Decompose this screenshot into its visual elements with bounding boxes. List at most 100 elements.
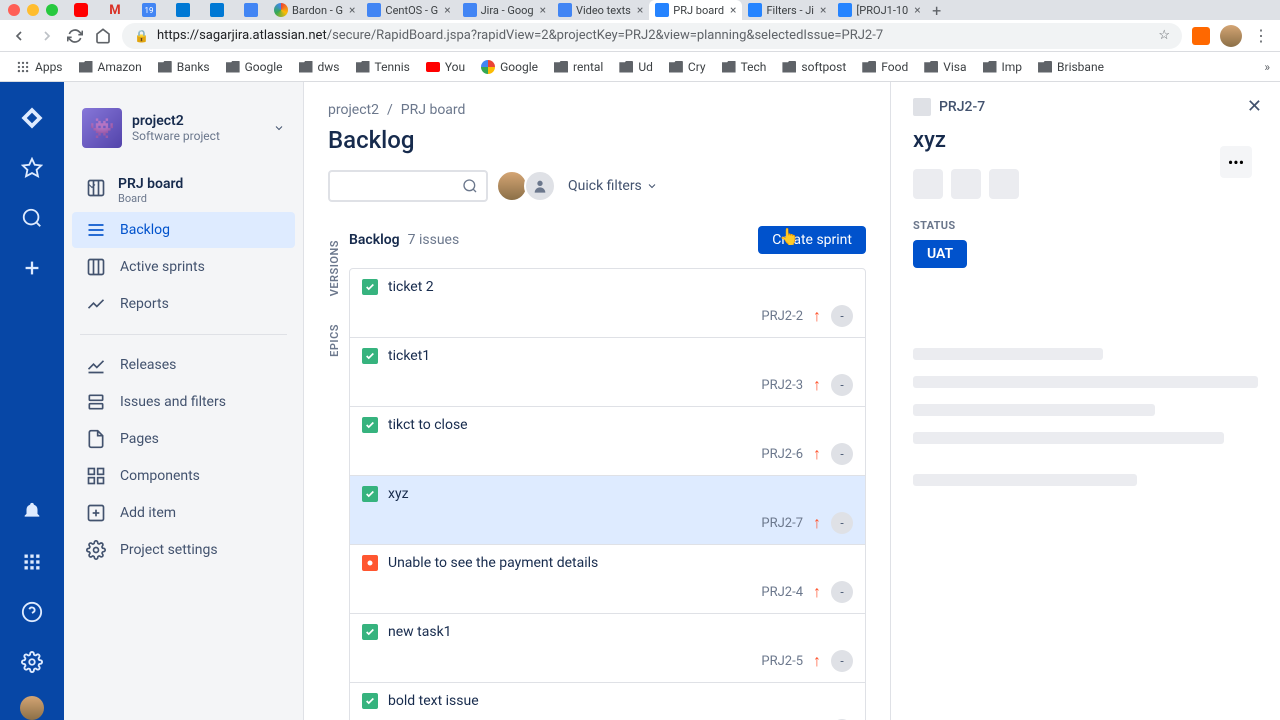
browser-tab[interactable]: Jira - Goog× xyxy=(457,0,552,20)
chevron-down-icon[interactable] xyxy=(86,180,98,192)
settings-gear-icon[interactable] xyxy=(16,646,48,678)
assignee-pill[interactable]: - xyxy=(831,305,853,327)
assignee-pill[interactable]: - xyxy=(831,512,853,534)
action-placeholder[interactable] xyxy=(913,169,943,199)
extension-icon[interactable] xyxy=(1192,27,1210,45)
address-bar[interactable]: 🔒 https://sagarjira.atlassian.net/secure… xyxy=(122,23,1182,49)
project-header[interactable]: 👾 project2 Software project xyxy=(72,102,295,154)
close-window-button[interactable] xyxy=(8,4,20,16)
star-icon[interactable] xyxy=(16,152,48,184)
bookmark-folder[interactable]: Cry xyxy=(663,57,712,77)
browser-tab[interactable]: [PROJ1-10× xyxy=(832,0,926,20)
bookmark-link[interactable]: You xyxy=(420,57,471,77)
app-switcher-icon[interactable] xyxy=(16,546,48,578)
search-icon[interactable] xyxy=(16,202,48,234)
pinned-tab[interactable] xyxy=(234,0,268,20)
assignee-pill[interactable]: - xyxy=(831,650,853,672)
create-icon[interactable] xyxy=(16,252,48,284)
bookmark-folder[interactable]: Food xyxy=(856,57,914,77)
issue-row[interactable]: new task1PRJ2-5↑- xyxy=(350,614,865,683)
sidebar-item-reports[interactable]: Reports xyxy=(72,286,295,322)
epics-tab[interactable]: EPICS xyxy=(328,324,341,357)
issue-row[interactable]: xyzPRJ2-7↑- xyxy=(350,476,865,545)
close-tab-icon[interactable]: × xyxy=(820,3,826,17)
browser-tab[interactable]: Bardon - G× xyxy=(268,0,361,20)
notification-icon[interactable] xyxy=(16,496,48,528)
browser-tab[interactable]: Video texts× xyxy=(552,0,649,20)
bookmark-folder[interactable]: Google xyxy=(220,57,289,77)
pinned-tab[interactable]: M xyxy=(98,0,132,20)
bookmark-folder[interactable]: Visa xyxy=(918,57,972,77)
browser-menu-button[interactable]: ⋮ xyxy=(1252,27,1270,45)
detail-issue-title[interactable]: xyz xyxy=(913,128,1258,153)
issue-type-icon[interactable] xyxy=(913,98,931,116)
profile-avatar[interactable] xyxy=(20,696,44,720)
versions-tab[interactable]: VERSIONS xyxy=(328,240,341,296)
bookmark-folder[interactable]: Banks xyxy=(152,57,216,77)
forward-button[interactable] xyxy=(38,27,56,45)
bookmark-folder[interactable]: Tech xyxy=(716,57,773,77)
pinned-tab[interactable] xyxy=(64,0,98,20)
minimize-window-button[interactable] xyxy=(27,4,39,16)
new-tab-button[interactable]: + xyxy=(927,1,947,20)
close-tab-icon[interactable]: × xyxy=(540,3,546,17)
issue-row[interactable]: tikct to closePRJ2-6↑- xyxy=(350,407,865,476)
sidebar-item-add-item[interactable]: Add item xyxy=(72,495,295,531)
assignee-pill[interactable]: - xyxy=(831,581,853,603)
maximize-window-button[interactable] xyxy=(46,4,58,16)
bookmark-folder[interactable]: softpost xyxy=(776,57,852,77)
sidebar-item-active-sprints[interactable]: Active sprints xyxy=(72,249,295,285)
create-sprint-button[interactable]: Create sprint xyxy=(758,226,866,254)
action-placeholder[interactable] xyxy=(989,169,1019,199)
browser-tab-active[interactable]: PRJ board× xyxy=(649,0,742,20)
sidebar-item-backlog[interactable]: Backlog xyxy=(72,212,295,248)
bookmark-folder[interactable]: Brisbane xyxy=(1032,57,1110,77)
browser-tab[interactable]: CentOS - G× xyxy=(361,0,456,20)
bookmark-folder[interactable]: Tennis xyxy=(350,57,416,77)
issue-row[interactable]: ticket1PRJ2-3↑- xyxy=(350,338,865,407)
reload-button[interactable] xyxy=(66,27,84,45)
close-tab-icon[interactable]: × xyxy=(349,3,355,17)
chevron-down-icon[interactable] xyxy=(273,122,285,134)
sidebar-item-issues-filters[interactable]: Issues and filters xyxy=(72,384,295,420)
assignee-pill[interactable]: - xyxy=(831,374,853,396)
pinned-tab[interactable] xyxy=(200,0,234,20)
issue-row[interactable]: Unable to see the payment detailsPRJ2-4↑… xyxy=(350,545,865,614)
action-placeholder[interactable] xyxy=(951,169,981,199)
bookmark-folder[interactable]: dws xyxy=(293,57,346,77)
pinned-tab[interactable]: 19 xyxy=(132,0,166,20)
browser-profile-button[interactable] xyxy=(1220,25,1242,47)
close-tab-icon[interactable]: × xyxy=(730,3,736,17)
back-button[interactable] xyxy=(10,27,28,45)
detail-issue-key[interactable]: PRJ2-7 xyxy=(939,99,985,115)
sidebar-item-releases[interactable]: Releases xyxy=(72,347,295,383)
quick-filters-dropdown[interactable]: Quick filters xyxy=(568,178,658,194)
home-button[interactable] xyxy=(94,27,112,45)
apps-button[interactable]: Apps xyxy=(10,57,69,77)
sidebar-item-project-settings[interactable]: Project settings xyxy=(72,532,295,568)
breadcrumb-board-link[interactable]: PRJ board xyxy=(401,102,466,118)
bookmark-folder[interactable]: Imp xyxy=(977,57,1029,77)
sidebar-item-pages[interactable]: Pages xyxy=(72,421,295,457)
help-icon[interactable] xyxy=(16,596,48,628)
close-tab-icon[interactable]: × xyxy=(914,3,920,17)
sidebar-item-components[interactable]: Components xyxy=(72,458,295,494)
bookmark-folder[interactable]: Ud xyxy=(613,57,659,77)
close-panel-button[interactable]: ✕ xyxy=(1247,96,1262,117)
board-selector[interactable]: PRJ board Board xyxy=(72,170,295,211)
search-input[interactable] xyxy=(328,170,488,202)
bookmark-folder[interactable]: rental xyxy=(548,57,609,77)
bookmark-folder[interactable]: Amazon xyxy=(73,57,148,77)
bookmark-star-icon[interactable]: ☆ xyxy=(1158,28,1170,43)
status-value-button[interactable]: UAT xyxy=(913,240,967,268)
close-tab-icon[interactable]: × xyxy=(444,3,450,17)
assignee-pill[interactable]: - xyxy=(831,443,853,465)
bookmarks-overflow-button[interactable]: » xyxy=(1264,60,1270,74)
browser-tab[interactable]: Filters - Ji× xyxy=(742,0,832,20)
jira-logo-button[interactable] xyxy=(16,102,48,134)
breadcrumb-project-link[interactable]: project2 xyxy=(328,102,379,118)
issue-row[interactable]: bold text issuePRJ2-8↑- xyxy=(350,683,865,720)
bookmark-link[interactable]: Google xyxy=(475,57,544,77)
pinned-tab[interactable] xyxy=(166,0,200,20)
issue-row[interactable]: ticket 2PRJ2-2↑- xyxy=(350,269,865,338)
